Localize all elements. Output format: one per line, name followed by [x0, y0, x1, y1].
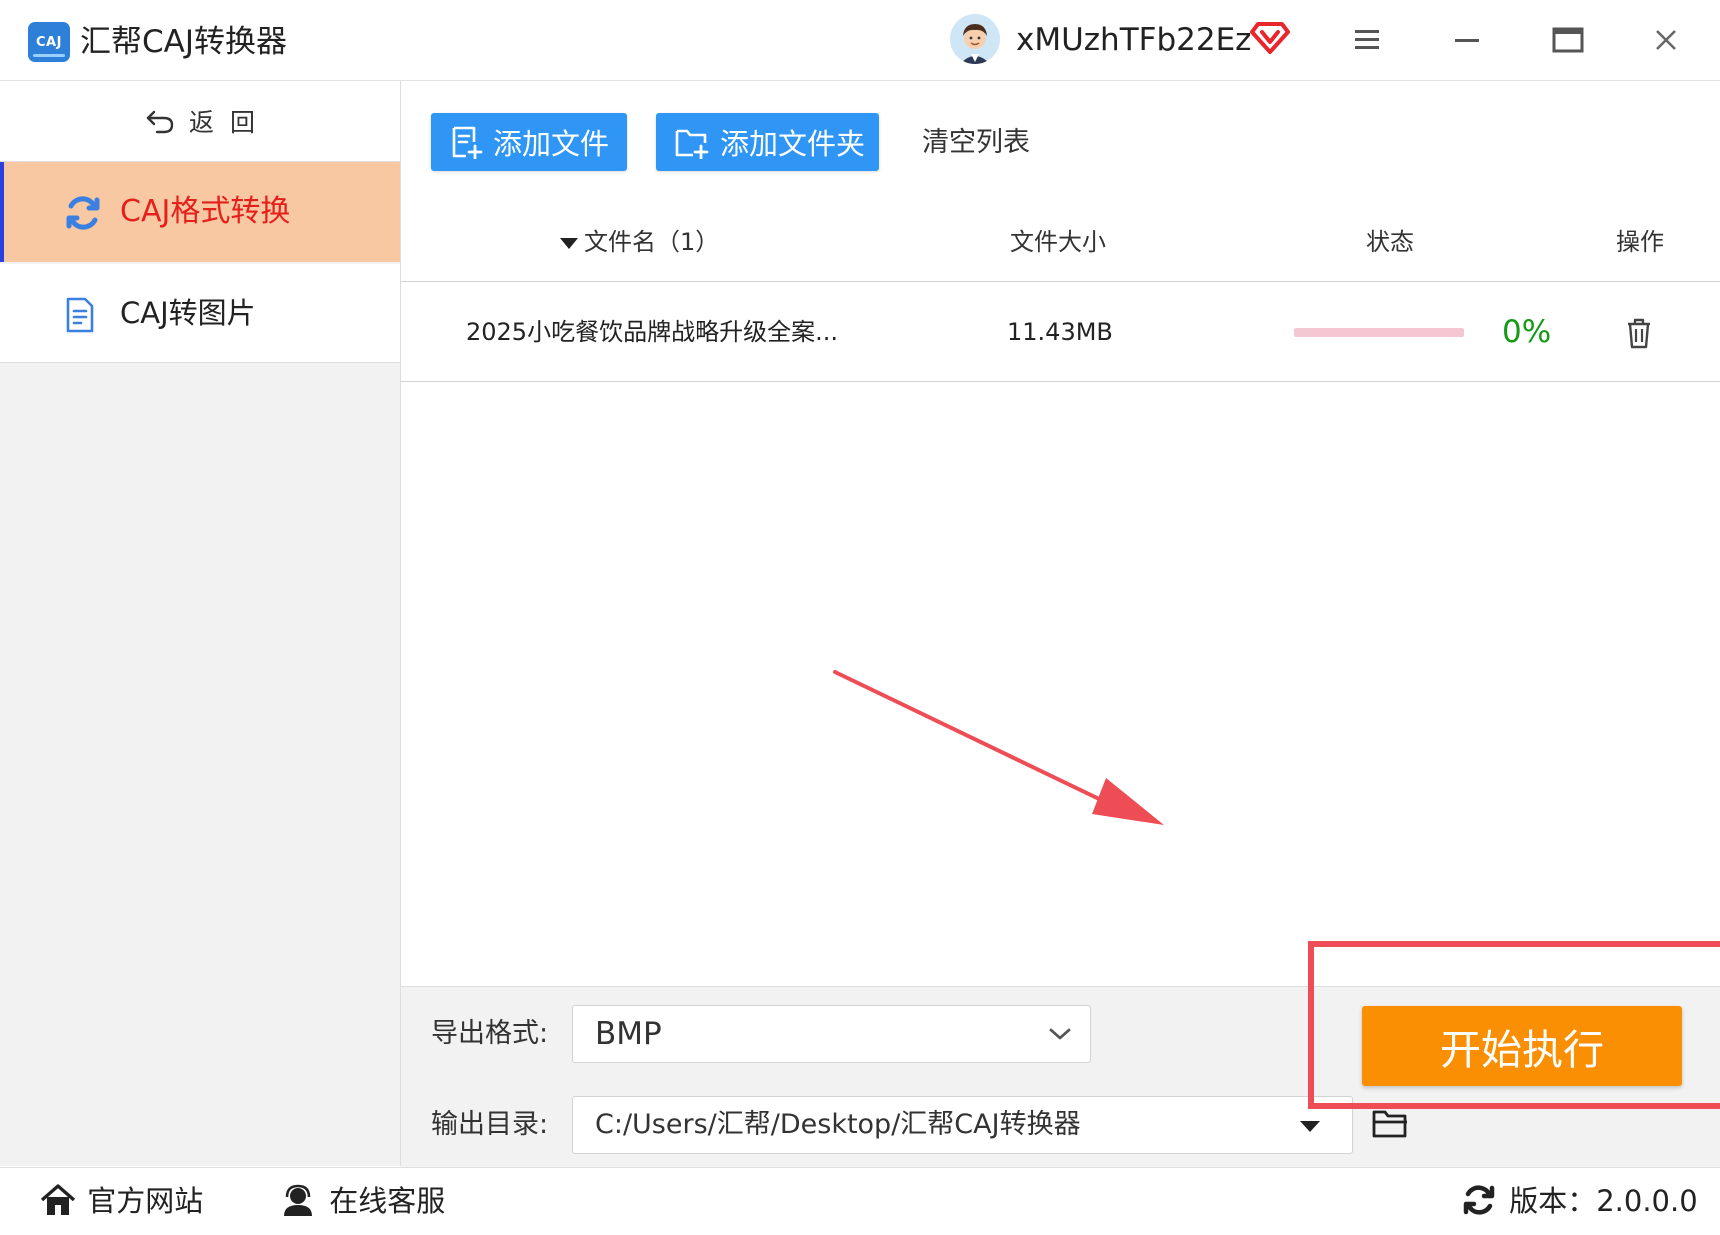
menu-icon[interactable]: [1345, 18, 1389, 62]
sort-down-icon: [560, 237, 578, 249]
export-format-label: 导出格式:: [431, 1018, 549, 1049]
user-avatar[interactable]: [950, 14, 1000, 64]
row-filename: 2025小吃餐饮品牌战略升级全案...: [466, 318, 838, 346]
add-folder-icon: [675, 129, 709, 159]
app-logo: CAJ: [28, 22, 70, 62]
column-header-action: 操作: [1616, 228, 1664, 256]
version-info: 版本：2.0.0.0: [1462, 1180, 1698, 1222]
output-dir-select[interactable]: C:/Users/汇帮/Desktop/汇帮CAJ转换器: [572, 1096, 1353, 1154]
add-folder-button[interactable]: 添加文件夹: [656, 113, 879, 171]
username[interactable]: xMUzhTFb22Ez: [1016, 18, 1251, 62]
version-label: 版本：2.0.0.0: [1509, 1184, 1698, 1218]
app-title: 汇帮CAJ转换器: [80, 24, 287, 60]
column-header-status: 状态: [1366, 228, 1414, 256]
row-divider: [401, 381, 1720, 382]
official-website-link[interactable]: 官方网站: [40, 1180, 203, 1222]
output-dir-label: 输出目录:: [431, 1109, 549, 1140]
online-support-label: 在线客服: [329, 1184, 446, 1218]
back-label: 返 回: [189, 108, 255, 137]
caret-down-icon: [1300, 1121, 1320, 1132]
column-header-filename[interactable]: 文件名（1）: [560, 224, 719, 260]
avatar-icon: [950, 14, 1000, 64]
home-icon: [40, 1184, 76, 1215]
official-website-label: 官方网站: [87, 1184, 204, 1218]
output-dir-value: C:/Users/汇帮/Desktop/汇帮CAJ转换器: [595, 1109, 1081, 1140]
add-file-icon: [452, 126, 483, 159]
back-arrow-icon: [146, 110, 174, 134]
highlight-box: [1308, 941, 1720, 1109]
progress-bar: [1294, 328, 1464, 337]
row-filesize: 11.43MB: [1007, 318, 1113, 346]
refresh-icon: [1463, 1185, 1495, 1215]
close-icon[interactable]: [1644, 18, 1688, 62]
vip-diamond-icon[interactable]: [1250, 18, 1290, 58]
progress-percent: 0%: [1502, 314, 1552, 350]
maximize-icon[interactable]: [1546, 18, 1590, 62]
sidebar-item-label: CAJ格式转换: [120, 194, 291, 229]
sidebar-item-label: CAJ转图片: [120, 296, 256, 330]
chevron-down-icon: [1049, 1028, 1071, 1040]
back-button[interactable]: 返 回: [0, 81, 400, 162]
filename-header-label: 文件名（1）: [584, 228, 720, 256]
delete-icon[interactable]: [1622, 316, 1656, 350]
clear-list-button[interactable]: 清空列表: [922, 124, 1030, 162]
annotation-arrow-icon: [833, 670, 1164, 825]
online-support-link[interactable]: 在线客服: [280, 1180, 445, 1222]
add-file-button[interactable]: 添加文件: [431, 113, 627, 171]
column-header-size: 文件大小: [1010, 228, 1106, 256]
sidebar-item-caj-format-convert[interactable]: CAJ格式转换: [0, 162, 400, 262]
headset-icon: [284, 1184, 312, 1216]
refresh-icon: [66, 196, 100, 230]
add-folder-label: 添加文件夹: [720, 127, 866, 161]
export-format-select[interactable]: BMP: [572, 1005, 1091, 1063]
minimize-icon[interactable]: [1445, 18, 1489, 62]
document-icon: [66, 297, 94, 333]
export-format-value: BMP: [595, 1016, 662, 1052]
open-folder-icon[interactable]: [1371, 1106, 1411, 1142]
add-file-label: 添加文件: [493, 127, 610, 161]
sidebar-item-caj-to-image[interactable]: CAJ转图片: [0, 264, 400, 363]
